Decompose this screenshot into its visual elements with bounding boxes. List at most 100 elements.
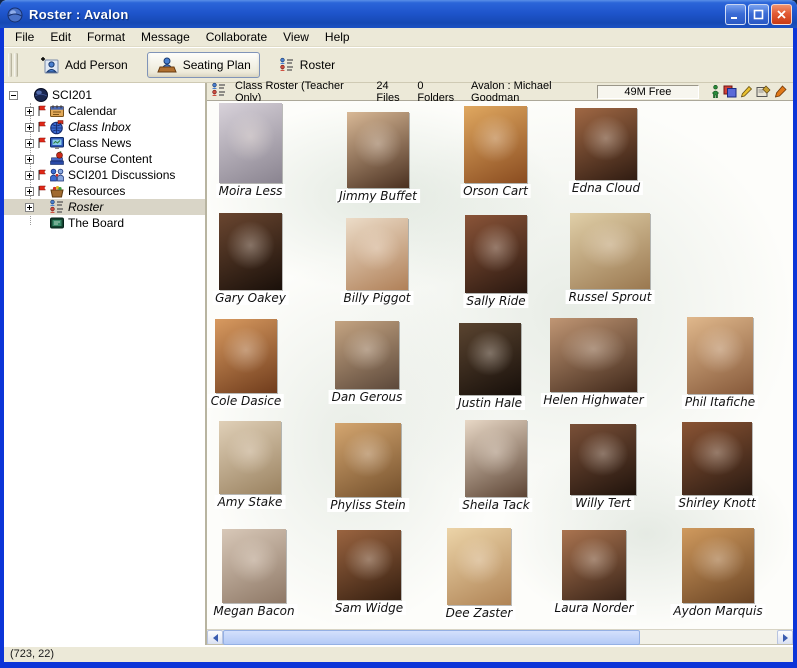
toolbar-seating-plan-button[interactable]: Seating Plan [147,52,260,78]
student-name: Aydon Marquis [670,604,765,618]
toolbar-button-label: Roster [300,58,335,72]
toolbar-grip[interactable] [8,53,11,77]
student-photo[interactable] [682,528,754,603]
student-name: Sheila Tack [459,498,532,512]
cursor-position: (723, 22) [10,648,54,660]
student-card-justin-hale: Justin Hale [459,323,521,395]
maximize-button[interactable] [748,4,769,25]
student-photo[interactable] [682,422,752,495]
student-name: Willy Tert [572,496,634,510]
app-window: Roster : Avalon FileEditFormatMessageCol… [0,0,797,668]
student-name: Billy Piggot [340,291,413,305]
scroll-left-arrow[interactable] [207,630,223,645]
student-photo[interactable] [459,323,521,395]
student-photo[interactable] [337,530,401,600]
student-photo[interactable] [219,103,282,183]
student-photo[interactable] [335,423,401,497]
student-photo[interactable] [464,106,527,183]
tree-item-sci201[interactable]: SCI201 [4,87,205,103]
student-photo[interactable] [562,530,626,600]
student-card-dan-gerous: Dan Gerous [335,321,399,389]
tree-expand-minus[interactable] [9,91,18,100]
student-photo[interactable] [222,529,286,603]
tree-expand-plus[interactable] [25,187,34,196]
tree-expand-plus[interactable] [25,139,34,148]
student-card-billy-piggot: Billy Piggot [346,218,408,290]
tree-item-resources[interactable]: Resources [4,183,205,199]
student-card-amy-stake: Amy Stake [219,421,281,494]
menu-edit[interactable]: Edit [42,29,79,45]
tree-item-course-content[interactable]: Course Content [4,151,205,167]
student-name: Dee Zaster [443,606,516,620]
layers-icon[interactable] [723,85,737,98]
tree-item-class-news[interactable]: Class News [4,135,205,151]
student-name: Laura Norder [552,601,637,615]
close-button[interactable] [771,4,792,25]
student-card-jimmy-buffet: Jimmy Buffet [347,112,409,188]
student-photo[interactable] [335,321,399,389]
resources-icon [49,183,65,199]
student-name: Phil Itafiche [682,395,758,409]
flag-icon [37,185,47,197]
folders-count: 0 Folders [417,80,459,104]
student-photo[interactable] [687,317,753,394]
student-photo[interactable] [465,215,527,293]
toolbar-roster-button[interactable]: Roster [270,53,344,77]
toolbar-grip[interactable] [14,53,17,77]
tree-item-sci201-discussions[interactable]: SCI201 Discussions [4,167,205,183]
student-name: Moira Less [216,184,286,198]
flag-icon [37,137,47,149]
student-photo[interactable] [219,421,281,494]
approve-icon[interactable] [756,85,771,98]
student-photo[interactable] [550,318,637,392]
student-card-moira-less: Moira Less [219,103,282,183]
scrollbar-thumb[interactable] [223,630,640,645]
tree-item-class-inbox[interactable]: Class Inbox [4,119,205,135]
toolbar-add-person-button[interactable]: Add Person [29,52,137,78]
roster-panel: Class Roster (Teacher Only) 24 Files 0 F… [207,83,793,645]
tree-expand-plus[interactable] [25,171,34,180]
student-name: Sally Ride [463,294,528,308]
scrollbar-track[interactable] [223,630,777,645]
pencil-icon[interactable] [740,85,753,98]
student-photo[interactable] [346,218,408,290]
student-photo[interactable] [570,213,650,289]
menu-message[interactable]: Message [133,29,198,45]
tree-expand-plus[interactable] [25,155,34,164]
student-card-sam-widge: Sam Widge [337,530,401,600]
news-icon [49,135,65,151]
menu-help[interactable]: Help [317,29,358,45]
student-card-sheila-tack: Sheila Tack [465,420,527,497]
scroll-right-arrow[interactable] [777,630,793,645]
tree-item-roster[interactable]: Roster [4,199,205,215]
tree-item-calendar[interactable]: Calendar [4,103,205,119]
student-photo[interactable] [347,112,409,188]
student-photo[interactable] [215,319,277,393]
tree-expand-plus[interactable] [25,123,34,132]
student-name: Shirley Knott [675,496,758,510]
tree-item-label: Class Inbox [68,120,135,134]
tree-expand-plus[interactable] [25,203,34,212]
minimize-button[interactable] [725,4,746,25]
tree-expand-plus[interactable] [25,107,34,116]
student-photo[interactable] [465,420,527,497]
student-photo[interactable] [575,108,637,180]
person-green-icon[interactable] [711,85,720,98]
course-tree: SCI201CalendarClass InboxClass NewsCours… [4,83,207,645]
student-card-megan-bacon: Megan Bacon [222,529,286,603]
menu-file[interactable]: File [7,29,42,45]
globe-icon [6,5,24,23]
menu-format[interactable]: Format [79,29,133,45]
student-card-helen-highwater: Helen Highwater [550,318,637,392]
server-info: Avalon : Michael Goodman [471,80,591,104]
tree-item-label: SCI201 [52,88,96,102]
pen-icon[interactable] [774,85,787,98]
student-photo[interactable] [219,213,282,290]
menu-collaborate[interactable]: Collaborate [198,29,275,45]
student-photo[interactable] [447,528,511,605]
student-photo[interactable] [570,424,636,495]
menu-view[interactable]: View [275,29,317,45]
tree-item-the-board[interactable]: The Board [4,215,205,231]
panel-header: Class Roster (Teacher Only) 24 Files 0 F… [207,83,793,101]
status-bar: (723, 22) [4,645,793,662]
